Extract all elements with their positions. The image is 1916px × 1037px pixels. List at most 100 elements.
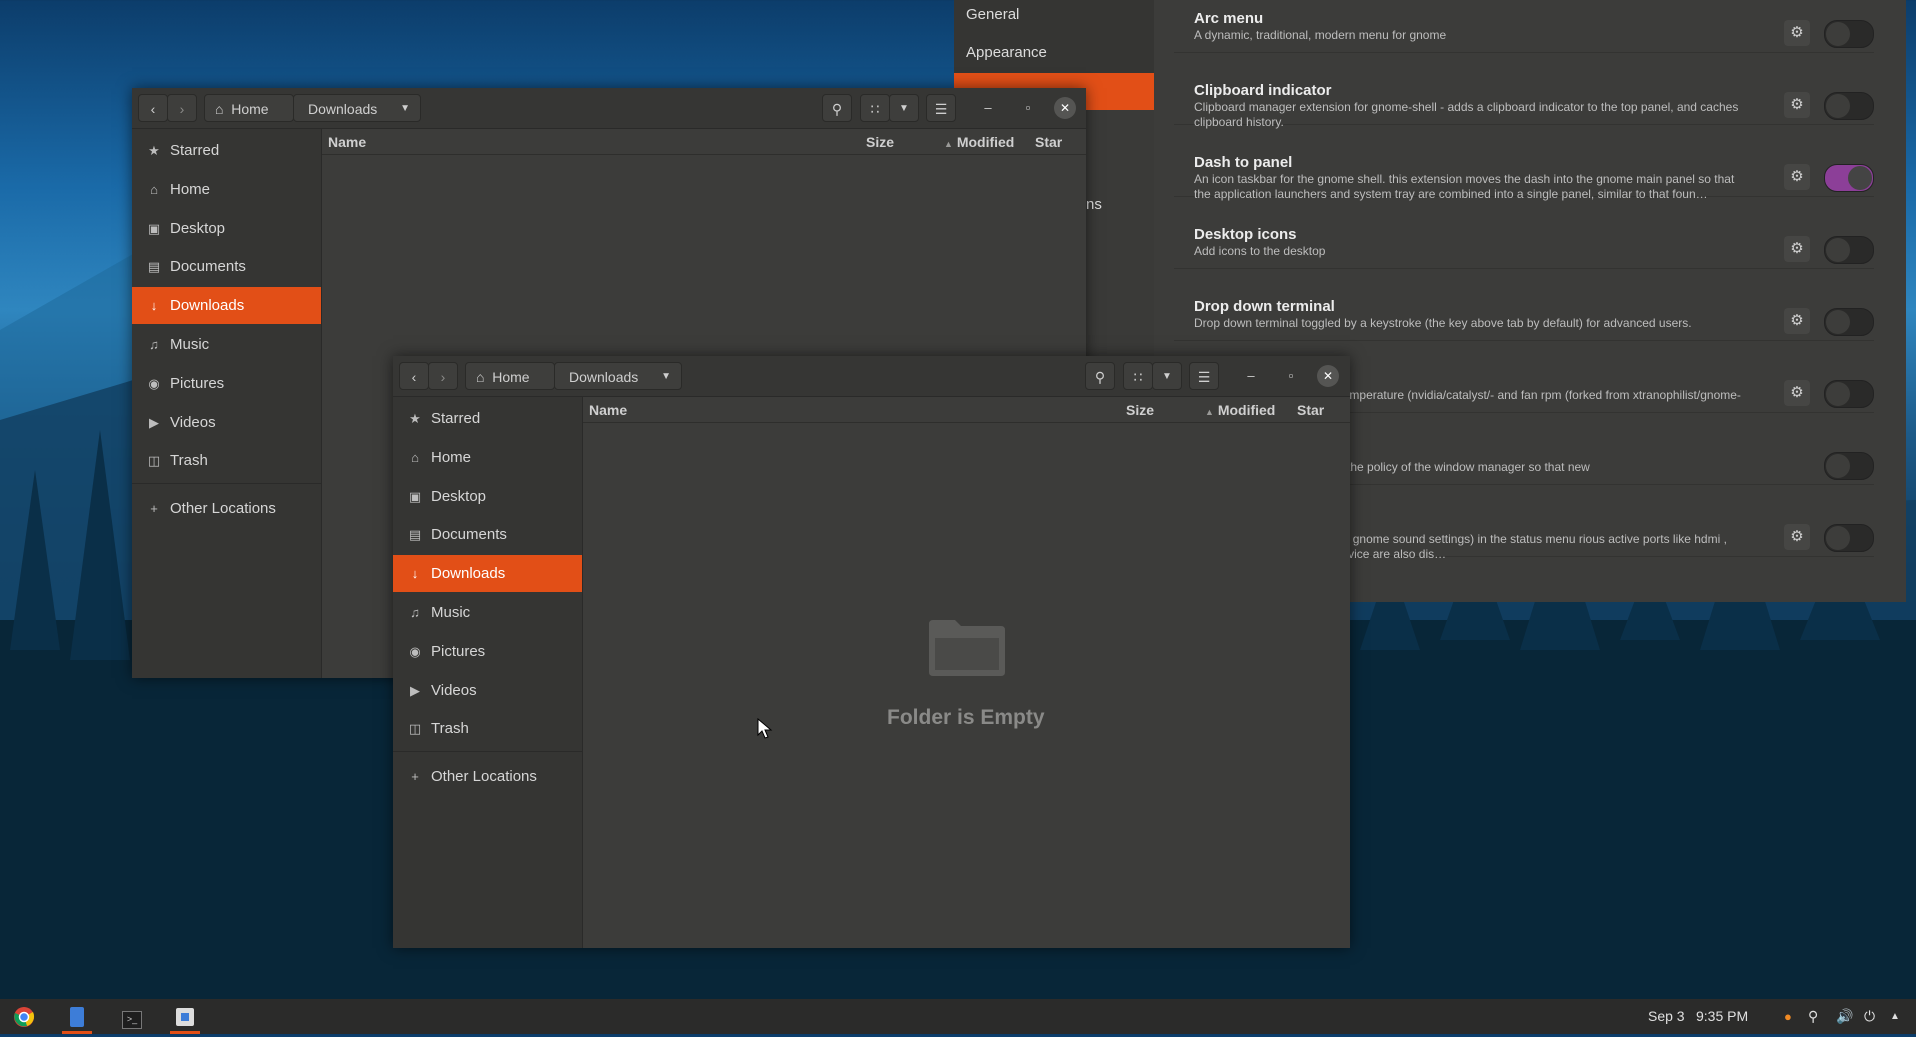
music-icon: ♫ [149, 337, 159, 352]
sidebar-item-music[interactable]: ♫ Music [393, 594, 582, 631]
sidebar-item-videos[interactable]: ▶ Videos [393, 672, 582, 709]
extension-toggle[interactable] [1824, 380, 1874, 408]
settings-gear-icon[interactable]: ⚙ [1784, 380, 1810, 406]
sidebar-item-videos[interactable]: ▶ Videos [132, 404, 321, 441]
extension-toggle[interactable] [1824, 452, 1874, 480]
view-grid-button[interactable]: ∷ [1123, 362, 1153, 390]
sidebar-item-starred[interactable]: ★ Starred [132, 132, 321, 169]
sidebar-item-home[interactable]: ⌂ Home [393, 439, 582, 476]
breadcrumb-downloads[interactable]: Downloads ▼ [554, 362, 682, 390]
column-size[interactable]: Size [1126, 402, 1154, 418]
places-sidebar: ★ Starred ⌂ Home ▣ Desktop ▤ Documents ↓ Download… [393, 397, 583, 948]
settings-gear-icon[interactable]: ⚙ [1784, 524, 1810, 550]
sidebar-item-other-locations[interactable]: + Other Locations [393, 758, 582, 795]
sidebar-item-pictures[interactable]: ◉ Pictures [132, 365, 321, 402]
extension-toggle[interactable] [1824, 92, 1874, 120]
extension-toggle[interactable] [1824, 20, 1874, 48]
close-button[interactable]: ✕ [1054, 97, 1076, 119]
sidebar-item-label: Desktop [431, 487, 487, 505]
sidebar-item-home[interactable]: ⌂ Home [132, 171, 321, 208]
clock-date[interactable]: Sep 3 [1648, 999, 1685, 1034]
view-options-button[interactable]: ▼ [889, 94, 919, 122]
column-star[interactable]: Star [1035, 134, 1062, 150]
network-icon[interactable]: ⚲ [1808, 999, 1818, 1034]
tweaks-nav-general[interactable]: General [954, 0, 1154, 37]
settings-gear-icon[interactable]: ⚙ [1784, 236, 1810, 262]
breadcrumb-home[interactable]: ⌂ Home [204, 94, 294, 122]
empty-folder-icon [929, 620, 1005, 676]
settings-gear-icon[interactable]: ⚙ [1784, 164, 1810, 190]
home-icon: ⌂ [411, 449, 419, 465]
column-size[interactable]: Size [866, 134, 894, 150]
terminal-icon[interactable]: >_ [117, 1003, 147, 1031]
extension-toggle[interactable] [1824, 308, 1874, 336]
menu-button[interactable]: ☰ [926, 94, 956, 122]
extension-toggle[interactable] [1824, 236, 1874, 264]
breadcrumb-current-label: Downloads [308, 101, 378, 117]
sidebar-item-downloads[interactable]: ↓ Downloads [132, 287, 321, 325]
forward-button[interactable]: › [428, 362, 458, 390]
tweaks-icon[interactable] [170, 1003, 200, 1031]
home-icon: ⌂ [476, 369, 485, 385]
minimize-button[interactable]: – [1241, 366, 1261, 386]
extension-description: Add icons to the desktop [1194, 244, 1326, 258]
places-sidebar: ★ Starred ⌂ Home ▣ Desktop ▤ Documents ↓ Download… [132, 129, 322, 678]
chrome-icon[interactable] [9, 1003, 39, 1031]
files-icon[interactable] [62, 1003, 92, 1031]
column-divider [322, 154, 1086, 155]
maximize-button[interactable]: ▫ [1281, 366, 1301, 386]
breadcrumb-downloads[interactable]: Downloads ▼ [293, 94, 421, 122]
home-icon: ⌂ [215, 101, 224, 117]
extension-toggle[interactable] [1824, 524, 1874, 552]
breadcrumb-home-label: Home [231, 101, 269, 117]
sidebar-item-downloads[interactable]: ↓ Downloads [393, 555, 582, 593]
breadcrumb-home-label: Home [492, 369, 530, 385]
sidebar-item-documents[interactable]: ▤ Documents [132, 248, 321, 285]
sidebar-item-label: Starred [170, 142, 220, 159]
mouse-cursor [757, 718, 773, 739]
sidebar-item-music[interactable]: ♫ Music [132, 326, 321, 363]
search-icon: ⚲ [1094, 369, 1106, 385]
search-button[interactable]: ⚲ [1085, 362, 1115, 390]
sidebar-item-trash[interactable]: ◫ Trash [132, 442, 321, 479]
sidebar-item-label: Documents [170, 258, 246, 276]
power-icon[interactable]: ⏻ [1864, 999, 1875, 1034]
minimize-button[interactable]: – [978, 98, 998, 118]
sidebar-item-label: Other Locations [431, 768, 537, 786]
volume-icon[interactable]: 🔊 [1836, 999, 1853, 1034]
close-button[interactable]: ✕ [1317, 365, 1339, 387]
column-name[interactable]: Name [328, 134, 366, 150]
tweaks-nav-appearance[interactable]: Appearance [954, 38, 1154, 75]
sidebar-item-other-locations[interactable]: + Other Locations [132, 490, 321, 527]
column-name[interactable]: Name [589, 402, 627, 418]
breadcrumb-home[interactable]: ⌂ Home [465, 362, 555, 390]
notification-dot-icon[interactable]: ● [1784, 999, 1792, 1034]
sidebar-item-desktop[interactable]: ▣ Desktop [132, 210, 321, 247]
column-star[interactable]: Star [1297, 402, 1324, 418]
extension-toggle[interactable] [1824, 164, 1874, 192]
view-options-button[interactable]: ▼ [1152, 362, 1182, 390]
view-grid-button[interactable]: ∷ [860, 94, 890, 122]
tray-expand-icon[interactable]: ▲ [1890, 999, 1900, 1034]
toggle-knob [1826, 382, 1850, 406]
column-modified[interactable]: ▲ Modified [1205, 402, 1275, 418]
settings-gear-icon[interactable]: ⚙ [1784, 20, 1810, 46]
menu-button[interactable]: ☰ [1189, 362, 1219, 390]
back-button[interactable]: ‹ [138, 94, 168, 122]
sidebar-item-desktop[interactable]: ▣ Desktop [393, 478, 582, 515]
search-button[interactable]: ⚲ [822, 94, 852, 122]
download-icon: ↓ [411, 566, 419, 582]
settings-gear-icon[interactable]: ⚙ [1784, 92, 1810, 118]
sidebar-item-label: Pictures [431, 642, 486, 660]
sidebar-item-trash[interactable]: ◫ Trash [393, 710, 582, 747]
sidebar-item-documents[interactable]: ▤ Documents [393, 516, 582, 553]
maximize-button[interactable]: ▫ [1018, 98, 1038, 118]
column-modified[interactable]: ▲ Modified [944, 134, 1014, 150]
clock-time[interactable]: 9:35 PM [1696, 999, 1748, 1034]
forward-button[interactable]: › [167, 94, 197, 122]
back-button[interactable]: ‹ [399, 362, 429, 390]
sidebar-item-pictures[interactable]: ◉ Pictures [393, 633, 582, 670]
sidebar-item-starred[interactable]: ★ Starred [393, 400, 582, 437]
breadcrumb-current-label: Downloads [569, 369, 639, 385]
settings-gear-icon[interactable]: ⚙ [1784, 308, 1810, 334]
